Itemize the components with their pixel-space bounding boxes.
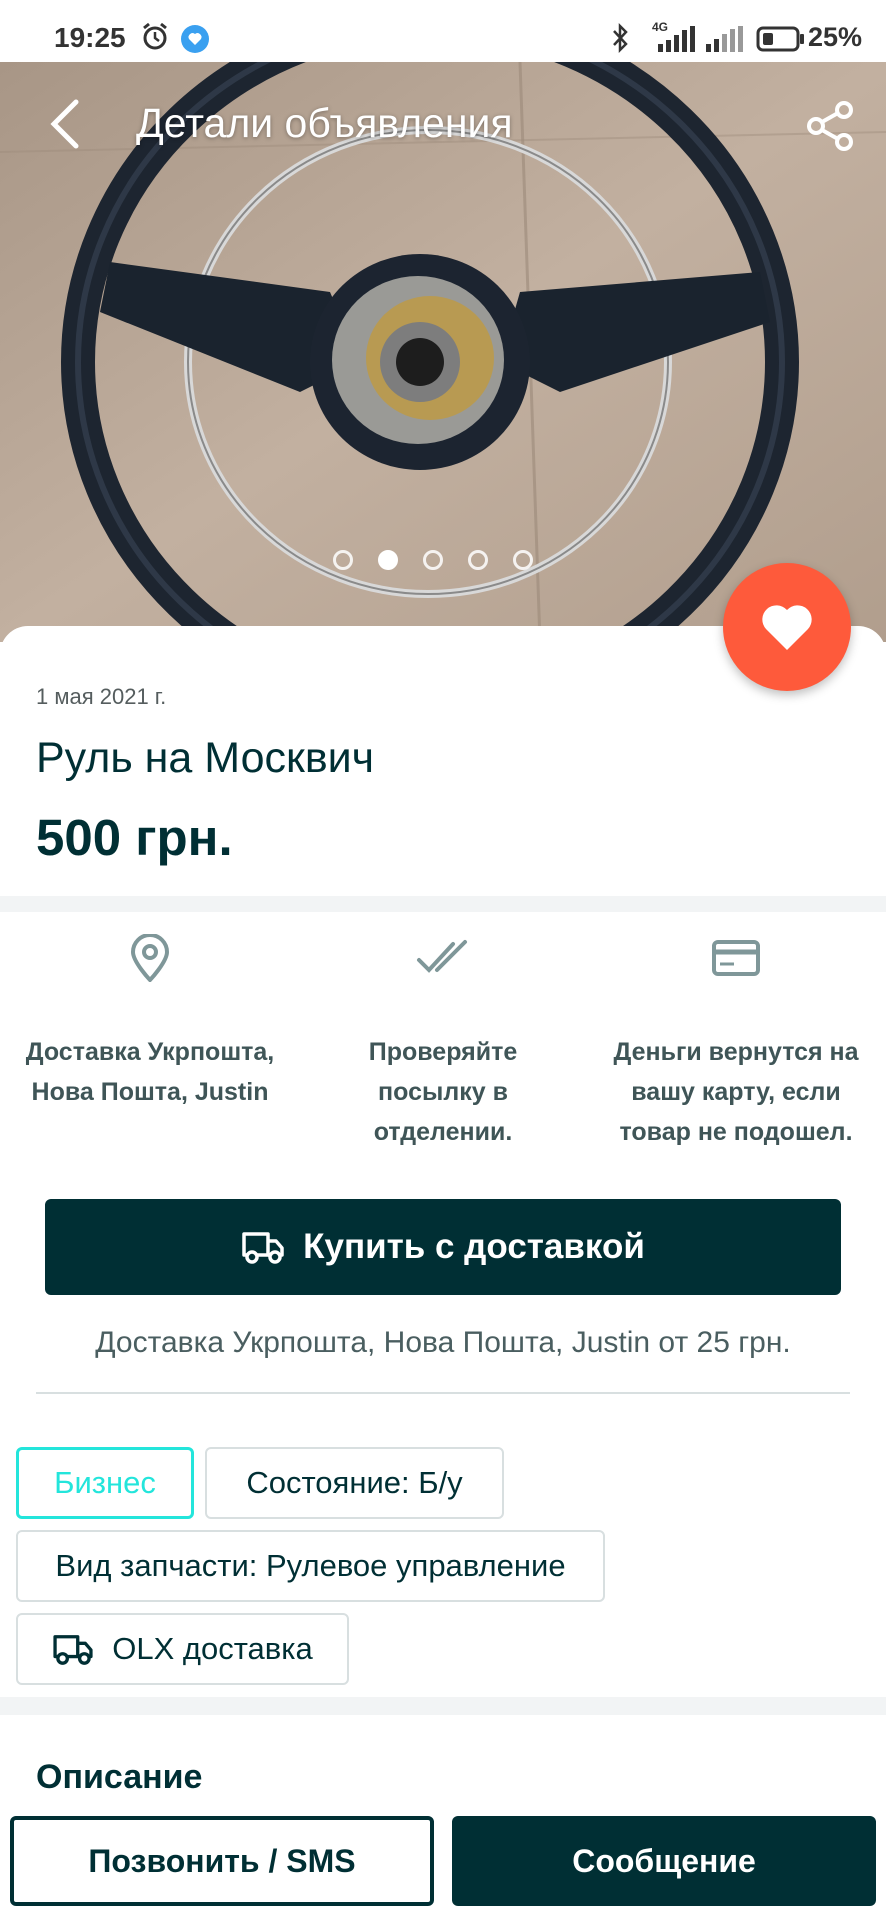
- ad-title: Руль на Москвич: [36, 734, 375, 782]
- gallery-pagination: [333, 550, 533, 572]
- feature-money-back-text: Деньги вернутся на вашу карту, если това…: [613, 1038, 859, 1146]
- heart-icon: [762, 605, 812, 650]
- messenger-icon: [181, 25, 209, 53]
- bluetooth-icon: [613, 22, 628, 54]
- tag-business[interactable]: Бизнес: [16, 1447, 194, 1519]
- gallery-dot-active[interactable]: [378, 550, 398, 570]
- feature-check-parcel-text: Проверяйте посылку в отделении.: [368, 1038, 518, 1146]
- gallery-dot[interactable]: [513, 550, 533, 570]
- share-icon[interactable]: [804, 100, 856, 152]
- description-heading: Описание: [36, 1758, 203, 1796]
- status-bar: 19:25 4G 25%: [0, 0, 886, 62]
- divider: [36, 1392, 850, 1394]
- tag-olx-delivery-label: OLX доставка: [112, 1631, 313, 1666]
- delivery-note: Доставка Укрпошта, Нова Пошта, Justin от…: [95, 1326, 791, 1359]
- truck-icon: [53, 1635, 93, 1665]
- alarm-icon: [143, 22, 167, 50]
- page-title: Детали объявления: [136, 100, 513, 146]
- tag-condition[interactable]: Состояние: Б/у: [205, 1447, 504, 1519]
- section-separator: [0, 1697, 886, 1715]
- buy-with-delivery-button[interactable]: Купить с доставкой: [45, 1199, 841, 1295]
- buy-with-delivery-label: Купить с доставкой: [303, 1227, 645, 1266]
- message-button[interactable]: Сообщение: [452, 1816, 876, 1906]
- gallery-dot[interactable]: [333, 550, 353, 570]
- card-icon: [712, 940, 760, 976]
- favorite-button[interactable]: [723, 563, 851, 691]
- back-arrow-icon[interactable]: [40, 92, 90, 156]
- battery-percent: 25%: [807, 22, 862, 52]
- section-separator: [0, 894, 886, 912]
- location-pin-icon: [130, 934, 170, 982]
- tag-part-type[interactable]: Вид запчасти: Рулевое управление: [16, 1530, 605, 1602]
- double-check-icon: [417, 940, 467, 973]
- signal-icon: [658, 26, 695, 52]
- ad-price: 500 грн.: [36, 809, 233, 866]
- status-time: 19:25: [54, 22, 126, 53]
- top-app-bar: Детали объявления: [0, 62, 886, 192]
- call-sms-button[interactable]: Позвонить / SMS: [10, 1816, 434, 1906]
- ad-date: 1 мая 2021 г.: [36, 684, 167, 709]
- feature-money-back: Деньги вернутся на вашу карту, если това…: [611, 928, 861, 1152]
- tag-olx-delivery[interactable]: OLX доставка: [16, 1613, 349, 1685]
- feature-delivery-text: Доставка Укрпошта, Нова Пошта, Justin: [25, 1038, 275, 1106]
- feature-delivery: Доставка Укрпошта, Нова Пошта, Justin: [25, 928, 275, 1112]
- battery-icon: [756, 26, 804, 52]
- truck-icon: [242, 1232, 284, 1264]
- signal-icon-2: [706, 26, 743, 52]
- gallery-dot[interactable]: [468, 550, 488, 570]
- gallery-dot[interactable]: [423, 550, 443, 570]
- feature-check-parcel: Проверяйте посылку в отделении.: [318, 928, 568, 1152]
- bottom-action-bar: Позвонить / SMS Сообщение: [0, 1800, 886, 1920]
